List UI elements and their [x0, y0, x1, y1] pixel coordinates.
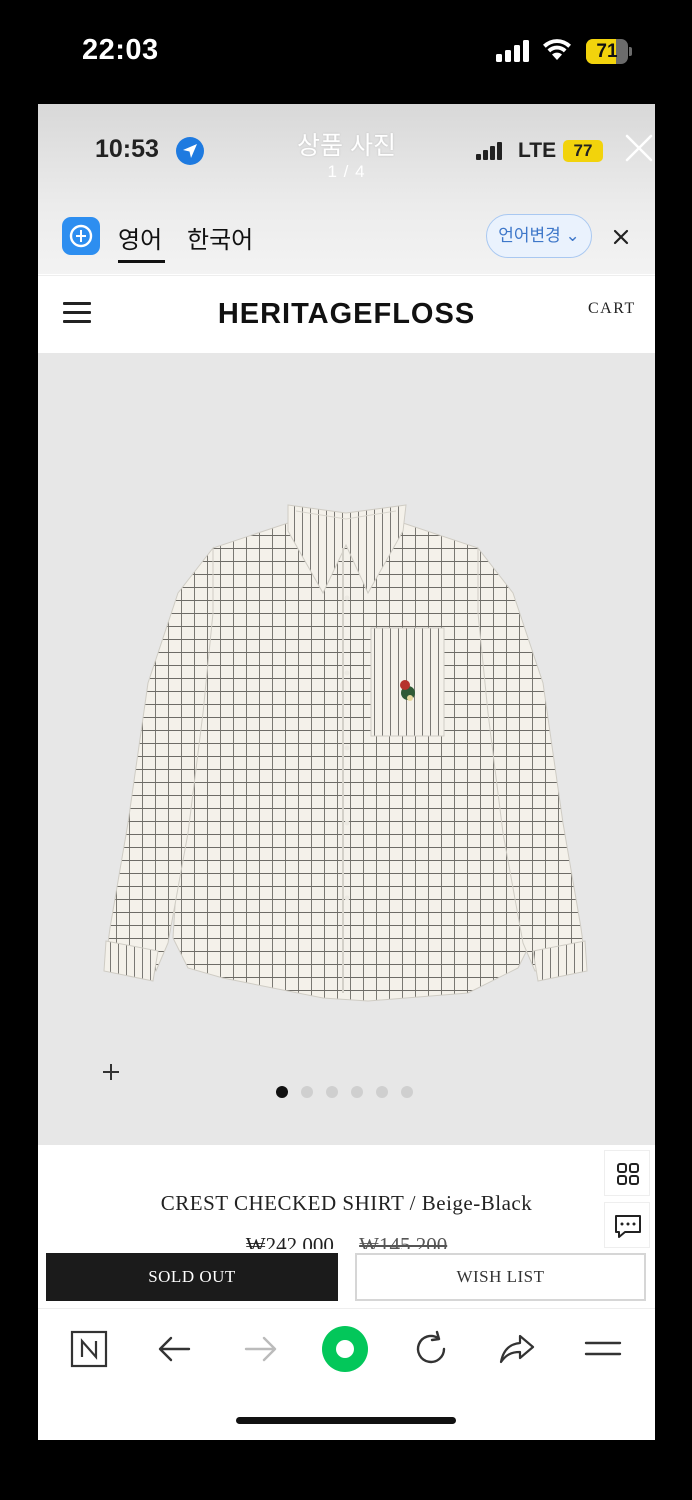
- viewer-counter: 1 / 4: [327, 162, 366, 181]
- outer-signal-icon: [496, 40, 532, 62]
- sold-out-button[interactable]: SOLD OUT: [46, 1253, 338, 1301]
- shirt-illustration: [103, 504, 588, 1002]
- zoom-plus-icon[interactable]: [100, 1061, 122, 1083]
- green-dot-home-icon[interactable]: [321, 1325, 369, 1373]
- share-icon[interactable]: [497, 1329, 537, 1369]
- product-original-price: ₩145,200: [359, 1233, 448, 1249]
- chat-icon: [615, 1215, 641, 1238]
- product-name: CREST CHECKED SHIRT / Beige-Black: [160, 1191, 533, 1215]
- screenshot-viewer: 10:53 상품 사진 1 / 4 LTE 77 영어 한국어 언어변경 ⌄ H…: [38, 104, 655, 1440]
- inner-signal-icon: [476, 142, 504, 160]
- tab-korean[interactable]: 한국어: [187, 220, 253, 255]
- grid-icon: [617, 1163, 639, 1185]
- outer-clock: 22:03: [82, 34, 159, 66]
- wish-list-button[interactable]: WISH LIST: [355, 1253, 646, 1301]
- viewer-close-icon[interactable]: [623, 132, 655, 164]
- forward-arrow-icon[interactable]: [240, 1329, 280, 1369]
- change-language-label: 언어변경: [498, 226, 561, 245]
- translate-logo-icon: [62, 217, 100, 255]
- home-indicator: [236, 1417, 456, 1424]
- product-image[interactable]: [38, 353, 655, 1145]
- site-header: HERITAGEFLOSS CART: [38, 275, 655, 353]
- pagination-dot[interactable]: [401, 1086, 413, 1098]
- pagination-dot[interactable]: [351, 1086, 363, 1098]
- refresh-icon[interactable]: [411, 1329, 451, 1369]
- network-type: LTE: [518, 139, 557, 162]
- pagination-dot[interactable]: [376, 1086, 388, 1098]
- product-price: ₩242,000: [245, 1233, 334, 1249]
- naver-n-icon[interactable]: [69, 1329, 109, 1369]
- inner-battery-level: 77: [563, 140, 603, 162]
- product-price-row: ₩242,000 ₩145,200: [38, 1233, 655, 1249]
- pagination-dot-active[interactable]: [276, 1086, 288, 1098]
- chat-button[interactable]: [604, 1202, 650, 1248]
- pagination-dot[interactable]: [301, 1086, 313, 1098]
- product-info: CREST CHECKED SHIRT / Beige-Black ₩242,0…: [38, 1145, 655, 1255]
- translate-bar: 영어 한국어 언어변경 ⌄: [38, 204, 655, 274]
- outer-status-bar: 22:03 71: [0, 0, 692, 104]
- cart-link[interactable]: CART: [588, 300, 636, 318]
- grid-view-button[interactable]: [604, 1150, 650, 1196]
- tab-english[interactable]: 영어: [118, 220, 162, 255]
- change-language-button[interactable]: 언어변경 ⌄: [486, 214, 592, 258]
- inner-status-bar: 10:53 상품 사진 1 / 4 LTE 77 영어 한국어 언어변경 ⌄: [38, 104, 655, 274]
- brand-logo[interactable]: HERITAGEFLOSS: [38, 298, 655, 331]
- wifi-icon: [541, 38, 573, 62]
- active-tab-indicator: [118, 260, 165, 263]
- outer-battery-icon: 71: [586, 39, 632, 64]
- outer-battery-level: 71: [596, 41, 618, 62]
- pagination-dot[interactable]: [326, 1086, 338, 1098]
- menu-icon[interactable]: [583, 1329, 623, 1369]
- back-arrow-icon[interactable]: [155, 1329, 195, 1369]
- translate-close-icon[interactable]: [610, 226, 632, 248]
- chevron-down-icon: ⌄: [565, 226, 580, 245]
